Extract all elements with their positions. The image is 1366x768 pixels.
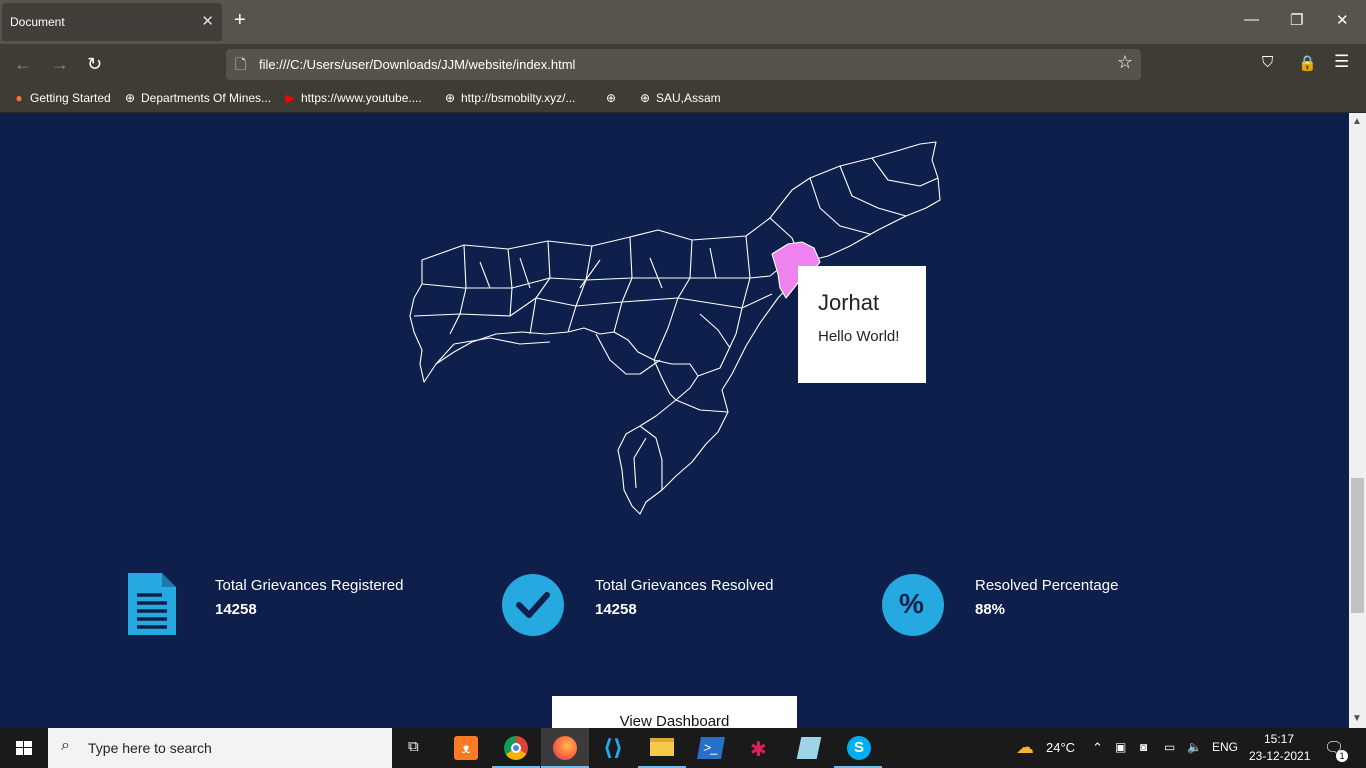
url-text[interactable]: file:///C:/Users/user/Downloads/JJM/webs… — [259, 57, 575, 72]
taskbar-app-firefox[interactable] — [541, 728, 589, 768]
youtube-icon: ▶ — [285, 91, 295, 105]
bookmark-youtube[interactable]: ▶ https://www.youtube.... — [283, 91, 421, 105]
district-boundary — [421, 257, 793, 289]
pocket-icon[interactable]: ⛉ — [1262, 54, 1273, 71]
taskbar-app-slack[interactable]: ✱ — [736, 728, 784, 768]
notification-count: 1 — [1336, 750, 1348, 762]
stat-label: Total Grievances Registered — [215, 577, 404, 594]
browser-tab-bar: Document ✕ + — ❐ ✕ — [0, 0, 1366, 44]
district-boundary — [613, 235, 751, 361]
scroll-down-icon[interactable]: ▼ — [1352, 713, 1362, 724]
start-button[interactable] — [0, 728, 48, 768]
forward-icon[interactable]: → — [51, 54, 69, 75]
taskbar-app-chrome[interactable] — [492, 728, 540, 768]
search-icon: ⌕ — [61, 737, 70, 754]
page-icon: 🗋 — [235, 56, 247, 72]
taskbar-app-xampp[interactable]: ᴥ — [442, 728, 490, 768]
firefox-icon — [553, 736, 577, 760]
extension-icon[interactable]: 🔒 — [1298, 54, 1317, 72]
stat-value: 14258 — [595, 601, 637, 618]
bookmark-sau-assam[interactable]: ⊕ SAU,Assam — [638, 91, 721, 105]
browser-nav-bar: ← → ↻ 🗋 file:///C:/Users/user/Downloads/… — [0, 44, 1366, 86]
stat-value: 14258 — [215, 601, 257, 618]
close-tab-icon[interactable]: ✕ — [201, 12, 214, 30]
tray-app-icon[interactable]: ▣ — [1115, 740, 1126, 754]
weather-icon[interactable]: ☁ — [1016, 737, 1034, 758]
tray-meet-icon[interactable]: ◙ — [1140, 740, 1147, 754]
bookmark-departments-of-mines[interactable]: ⊕ Departments Of Mines... — [123, 91, 271, 105]
scroll-up-icon[interactable]: ▲ — [1352, 116, 1362, 127]
view-dashboard-button[interactable]: View Dashboard — [552, 696, 797, 728]
slack-icon: ✱ — [750, 739, 767, 761]
address-bar[interactable]: 🗋 file:///C:/Users/user/Downloads/JJM/we… — [226, 49, 1141, 80]
bookmark-getting-started[interactable]: ● Getting Started — [12, 91, 110, 105]
tooltip-body: Hello World! — [818, 328, 900, 345]
weather-temp[interactable]: 24°C — [1046, 740, 1075, 755]
taskbar-search[interactable]: ⌕ Type here to search — [48, 728, 392, 768]
percent-icon: % — [882, 574, 944, 636]
menu-icon[interactable]: ☰ — [1334, 52, 1349, 72]
bookmark-star-icon[interactable]: ☆ — [1117, 52, 1133, 73]
scrollbar-thumb[interactable] — [1351, 478, 1364, 613]
taskbar-app-powershell[interactable]: >_ — [687, 728, 735, 768]
folder-icon — [650, 738, 674, 756]
task-view-icon: ⧉ — [408, 738, 419, 755]
document-icon — [128, 573, 176, 635]
globe-icon: ⊕ — [639, 91, 651, 105]
firefox-icon: ● — [15, 91, 23, 105]
bookmark-untitled[interactable]: ⊕ — [604, 91, 622, 105]
task-view-button[interactable]: ⧉ — [392, 728, 440, 768]
search-placeholder: Type here to search — [88, 740, 212, 756]
taskbar-app-vscode[interactable]: ⟨⟩ — [590, 728, 638, 768]
windows-icon — [16, 741, 32, 755]
stat-label: Resolved Percentage — [975, 577, 1119, 594]
taskbar-app-file-explorer[interactable] — [638, 728, 686, 768]
restore-icon[interactable]: ❐ — [1290, 11, 1303, 29]
stat-value: 88% — [975, 601, 1006, 618]
district-tooltip: Jorhat Hello World! — [798, 266, 926, 383]
minimize-icon[interactable]: — — [1244, 11, 1259, 28]
language-indicator[interactable]: ENG — [1212, 740, 1238, 754]
network-icon[interactable]: ▭ — [1164, 740, 1175, 754]
tab-document[interactable]: Document ✕ — [2, 3, 222, 41]
globe-icon: ⊕ — [605, 91, 617, 105]
page-content: Jorhat Hello World! Total Grievances Reg… — [0, 113, 1349, 728]
globe-icon: ⊕ — [444, 91, 456, 105]
notes-icon — [796, 737, 822, 759]
globe-icon: ⊕ — [124, 91, 136, 105]
checkmark-icon — [502, 574, 564, 636]
window-close-icon[interactable]: ✕ — [1336, 11, 1349, 29]
reload-icon[interactable]: ↻ — [87, 54, 102, 75]
taskbar-app-skype[interactable]: S — [834, 728, 882, 768]
bookmark-bsmobilty[interactable]: ⊕ http://bsmobilty.xyz/... — [443, 91, 576, 105]
powershell-icon: >_ — [697, 737, 725, 759]
volume-icon[interactable]: 🔈 — [1187, 740, 1202, 754]
taskbar-app-notes[interactable] — [785, 728, 833, 768]
back-icon[interactable]: ← — [14, 54, 32, 75]
tray-chevron-up-icon[interactable]: ⌃ — [1092, 740, 1103, 756]
skype-icon: S — [847, 736, 871, 760]
bookmarks-bar: ● Getting Started ⊕ Departments Of Mines..… — [0, 86, 1366, 113]
page-scrollbar[interactable]: ▲ ▼ — [1349, 113, 1366, 728]
new-tab-icon[interactable]: + — [234, 9, 246, 32]
tab-title: Document — [10, 15, 65, 29]
district-boundary — [413, 293, 773, 317]
vscode-icon: ⟨⟩ — [603, 735, 624, 760]
windows-taskbar: ⌕ Type here to search ⧉ ᴥ ⟨⟩ >_ ✱ S ☁ 24… — [0, 728, 1366, 768]
xampp-icon: ᴥ — [454, 736, 478, 760]
clock-date[interactable]: 23-12-2021 — [1249, 749, 1310, 763]
tooltip-title: Jorhat — [818, 290, 880, 315]
clock-time[interactable]: 15:17 — [1264, 732, 1294, 746]
stat-label: Total Grievances Resolved — [595, 577, 774, 594]
district-boundary — [639, 333, 737, 490]
